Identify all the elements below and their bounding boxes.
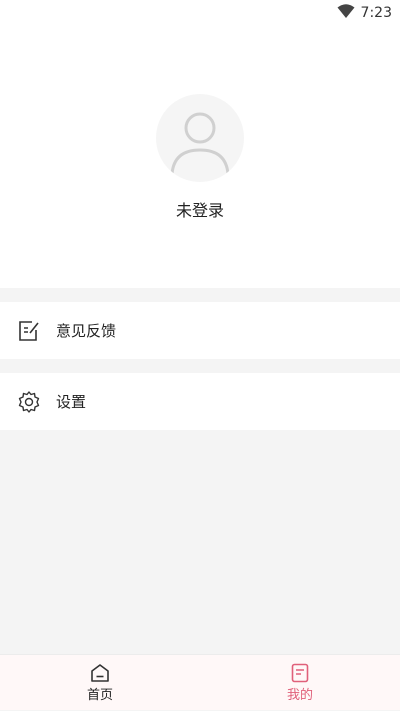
- profile-header: 未登录: [0, 26, 400, 288]
- status-time: 7:23: [360, 5, 392, 21]
- bottom-tab-bar: 首页 我的: [0, 654, 400, 710]
- tab-mine-label: 我的: [286, 688, 313, 703]
- menu-item-label: 意见反馈: [56, 322, 117, 340]
- home-icon: [89, 662, 111, 684]
- wifi-icon: [337, 3, 355, 23]
- edit-note-icon: [17, 319, 41, 343]
- status-indicators: 7:23: [337, 3, 392, 23]
- status-bar: 7:23: [0, 0, 400, 26]
- document-icon: [289, 662, 311, 684]
- tab-home-label: 首页: [86, 688, 113, 703]
- menu-item-label: 设置: [56, 393, 87, 411]
- default-avatar-icon[interactable]: [156, 94, 244, 182]
- menu-item-feedback[interactable]: 意见反馈: [0, 302, 400, 359]
- tab-mine[interactable]: 我的: [200, 655, 400, 711]
- tab-home[interactable]: 首页: [0, 655, 200, 711]
- menu-item-settings[interactable]: 设置: [0, 373, 400, 430]
- login-status[interactable]: 未登录: [0, 200, 400, 222]
- gear-icon: [17, 390, 41, 414]
